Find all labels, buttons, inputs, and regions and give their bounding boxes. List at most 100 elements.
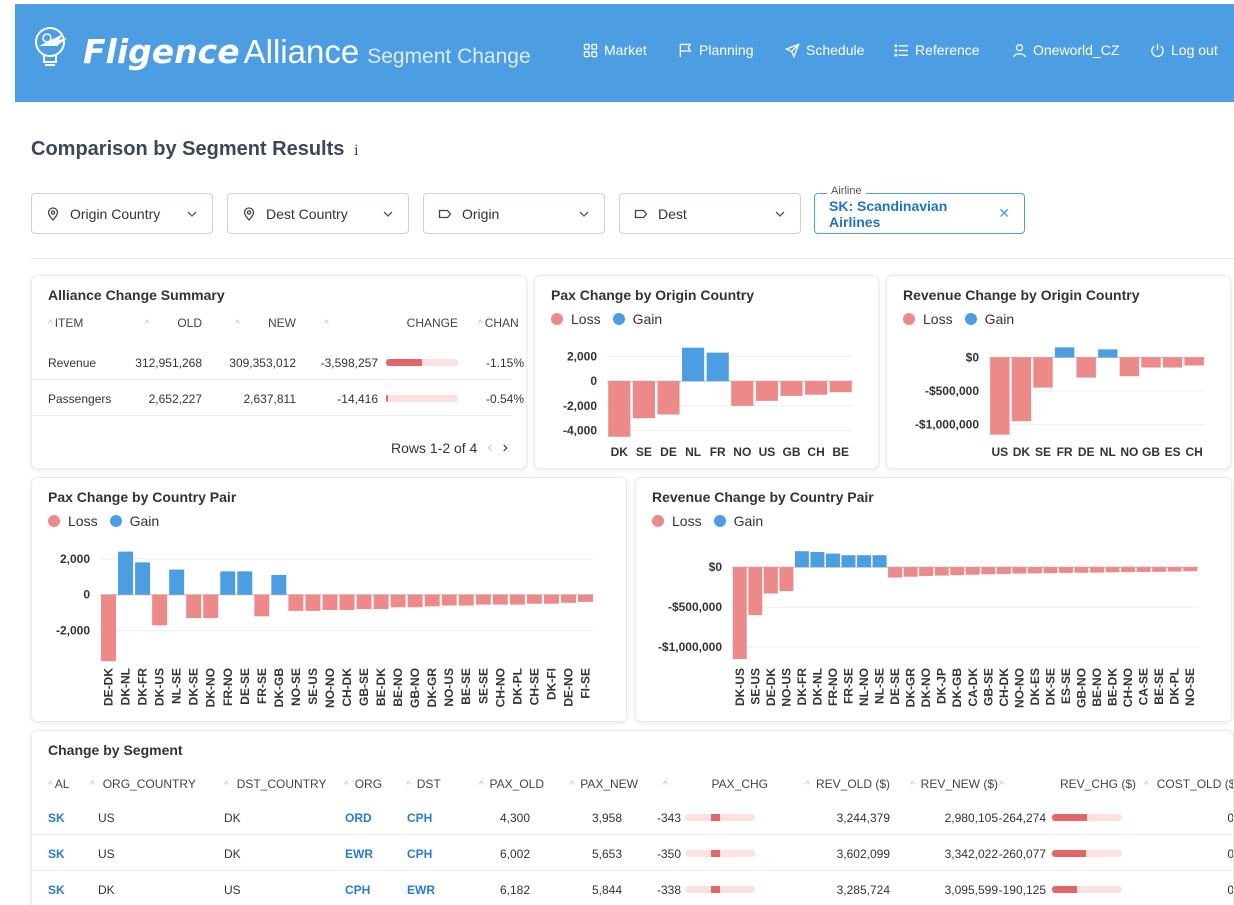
bar-no-se[interactable]	[288, 594, 304, 611]
bar-nl[interactable]	[682, 347, 705, 382]
legend-loss[interactable]: Loss	[652, 513, 702, 529]
bar-fi-se[interactable]	[577, 594, 593, 602]
bar-ch-se[interactable]	[526, 594, 542, 604]
bar-dk-fr[interactable]	[135, 562, 151, 595]
bar-se[interactable]	[1033, 357, 1053, 388]
bar-de-se[interactable]	[237, 571, 253, 595]
bar-dk-es[interactable]	[1027, 567, 1042, 574]
bar-dk-us[interactable]	[732, 567, 747, 660]
cell-al[interactable]: SK	[48, 883, 65, 897]
bar-us[interactable]	[990, 357, 1010, 435]
col-dst[interactable]: ^ DST	[406, 777, 441, 791]
table-row[interactable]: SK US DK EWR CPH 6,002 5,653 -350 3,602,099 3,342…	[32, 835, 1233, 871]
col-rev-chg[interactable]: ^ REV_CHG ($)	[998, 777, 1136, 791]
origin-filter[interactable]: Origin	[423, 193, 605, 234]
summary-col-pct[interactable]: ^ CHAN	[478, 316, 519, 330]
bar-dk-nl[interactable]	[118, 551, 134, 595]
bar-de-dk[interactable]	[763, 567, 778, 594]
bar-ch-dk[interactable]	[339, 594, 355, 610]
bar-dk-se[interactable]	[186, 594, 202, 619]
origin-country-filter[interactable]: Origin Country	[31, 193, 213, 234]
col-pax-new[interactable]: ^ PAX_NEW	[550, 777, 639, 791]
col-rev-old[interactable]: ^ REV_OLD ($)	[780, 777, 890, 791]
bar-dk-jp[interactable]	[934, 567, 949, 576]
bar-dk-gr[interactable]	[424, 594, 440, 607]
bar-gb-no[interactable]	[407, 594, 423, 608]
bar-ch-dk[interactable]	[996, 567, 1011, 574]
bar-be-no[interactable]	[390, 594, 406, 608]
bar-dk-gb[interactable]	[950, 567, 965, 576]
col-al[interactable]: ^ AL	[48, 777, 69, 791]
bar-dk[interactable]	[1011, 357, 1032, 422]
bar-dk-us[interactable]	[152, 594, 168, 626]
bar-nl[interactable]	[1098, 349, 1118, 358]
bar-no-se[interactable]	[1183, 567, 1198, 572]
col-pax-old[interactable]: ^ PAX_OLD	[460, 777, 544, 791]
clear-airline-icon[interactable]: ✕	[998, 205, 1010, 222]
bar-be[interactable]	[829, 381, 852, 393]
bar-be-se[interactable]	[458, 594, 474, 606]
legend-gain[interactable]: Gain	[713, 513, 763, 529]
chevron-right-icon[interactable]: ›	[503, 439, 508, 457]
bar-gb[interactable]	[1141, 357, 1161, 368]
bar-fr-no[interactable]	[825, 553, 840, 568]
bar-no[interactable]	[731, 381, 754, 406]
legend-loss[interactable]: Loss	[903, 311, 953, 327]
legend-gain[interactable]: Gain	[612, 311, 662, 327]
nav-market[interactable]: Market	[583, 42, 647, 58]
cell-org[interactable]: ORD	[345, 811, 372, 825]
dest-filter[interactable]: Dest	[619, 193, 801, 234]
bar-dk-gr[interactable]	[903, 567, 918, 577]
bar-no-us[interactable]	[441, 594, 457, 606]
cell-al[interactable]: SK	[48, 847, 65, 861]
nav-reference[interactable]: Reference	[894, 42, 980, 58]
cell-org[interactable]: EWR	[345, 847, 373, 861]
bar-dk-pl[interactable]	[1167, 567, 1182, 572]
col-dst-country[interactable]: ^ DST_COUNTRY	[224, 777, 327, 791]
bar-dk-gb[interactable]	[271, 574, 287, 595]
bar-gb-se[interactable]	[981, 567, 996, 575]
bar-be-dk[interactable]	[373, 594, 389, 610]
bar-de-dk[interactable]	[101, 594, 117, 662]
bar-be-no[interactable]	[1090, 567, 1105, 573]
bar-ch-no[interactable]	[1121, 567, 1136, 573]
airline-filter[interactable]: Airline SK: Scandinavian Airlines ✕	[814, 185, 1025, 234]
bar-de-no[interactable]	[560, 594, 576, 603]
bar-fr-se[interactable]	[254, 594, 270, 617]
bar-de[interactable]	[1076, 357, 1096, 378]
bar-se-us[interactable]	[748, 567, 763, 616]
bar-no[interactable]	[1119, 357, 1140, 377]
bar-de[interactable]	[657, 381, 680, 415]
summary-col-new[interactable]: ^ NEW	[224, 316, 296, 330]
nav-planning[interactable]: Planning	[678, 42, 754, 58]
bar-se-se[interactable]	[475, 594, 491, 605]
bar-ch[interactable]	[1184, 357, 1204, 366]
summary-col-change[interactable]: ^ CHANGE	[318, 316, 458, 330]
bar-se[interactable]	[632, 381, 655, 419]
bar-nl-se[interactable]	[872, 555, 887, 568]
cell-dst[interactable]: EWR	[407, 883, 435, 897]
info-icon[interactable]: i	[354, 143, 358, 159]
bar-gb-se[interactable]	[356, 594, 372, 610]
bar-ch-no[interactable]	[492, 594, 508, 605]
dest-country-filter[interactable]: Dest Country	[227, 193, 409, 234]
bar-es[interactable]	[1162, 357, 1183, 368]
bar-ch[interactable]	[805, 381, 828, 395]
nav-user[interactable]: Oneworld_CZ	[1012, 42, 1119, 58]
bar-fr[interactable]	[706, 352, 729, 382]
chevron-left-icon[interactable]: ‹	[487, 439, 492, 457]
bar-dk-pl[interactable]	[509, 594, 525, 605]
col-cost-old[interactable]: ^ COST_OLD ($)	[1144, 777, 1233, 791]
bar-nl-se[interactable]	[169, 569, 185, 595]
bar-ca-se[interactable]	[1136, 567, 1151, 572]
cell-dst[interactable]: CPH	[407, 847, 432, 861]
table-row[interactable]: SK DK US CPH EWR 6,182 5,844 -338 3,285,724 3,095…	[32, 871, 1233, 905]
bar-fr-se[interactable]	[841, 555, 856, 568]
legend-loss[interactable]: Loss	[48, 513, 98, 529]
bar-fr-no[interactable]	[220, 571, 236, 595]
bar-es-se[interactable]	[1058, 567, 1073, 573]
bar-no-no[interactable]	[322, 594, 338, 610]
bar-dk-fi[interactable]	[543, 594, 559, 604]
col-pax-chg[interactable]: ^ PAX_CHG	[648, 777, 768, 791]
bar-be-dk[interactable]	[1105, 567, 1120, 573]
